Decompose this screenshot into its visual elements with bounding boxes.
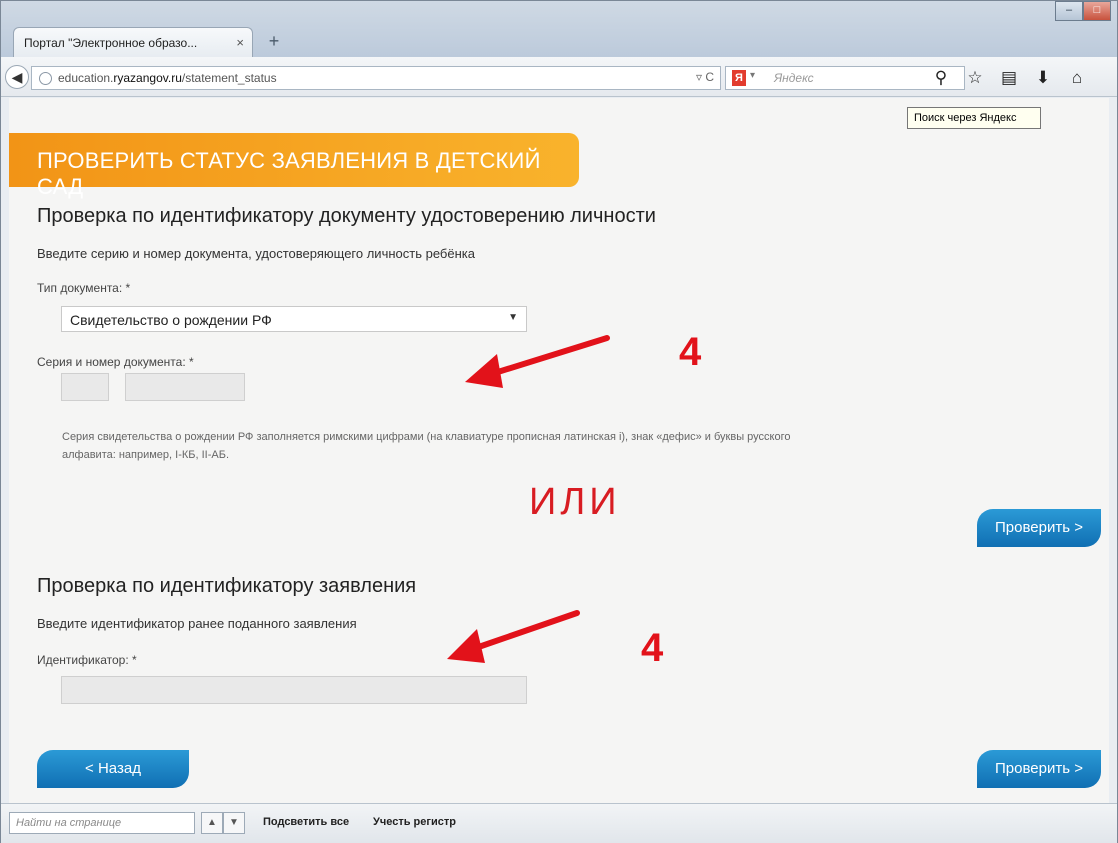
find-navigation: ▲ ▼	[201, 812, 245, 834]
page-title: ПРОВЕРИТЬ СТАТУС ЗАЯВЛЕНИЯ В ДЕТСКИЙ САД	[9, 133, 579, 199]
window-controls: – □	[1055, 1, 1111, 21]
chevron-down-icon: ▼	[508, 312, 518, 323]
section-title-document: Проверка по идентификатору документу удо…	[37, 205, 656, 227]
bookmarks-icon[interactable]: ▤	[997, 66, 1021, 90]
minimize-button[interactable]: –	[1055, 1, 1083, 21]
tab-title: Портал "Электронное образо...	[24, 36, 198, 50]
url-domain: ryazangov.ru	[113, 71, 182, 85]
back-arrow-icon[interactable]: ◀	[5, 65, 29, 89]
series-input[interactable]	[61, 373, 109, 401]
globe-icon	[39, 72, 52, 85]
doc-type-label: Тип документа: *	[37, 281, 131, 295]
identifier-label: Идентификатор: *	[37, 653, 137, 667]
search-placeholder: Яндекс	[774, 71, 814, 85]
step-number-annotation: 4	[679, 330, 702, 374]
identifier-input[interactable]	[61, 676, 527, 704]
home-icon[interactable]: ⌂	[1065, 66, 1089, 90]
search-icon[interactable]: ⚲	[929, 66, 953, 90]
maximize-button[interactable]: □	[1083, 1, 1111, 21]
navigation-bar: ◀ education.ryazangov.ru/statement_statu…	[1, 57, 1117, 97]
address-bar[interactable]: education.ryazangov.ru/statement_status …	[31, 66, 721, 90]
find-next-icon[interactable]: ▼	[223, 812, 245, 834]
browser-tab[interactable]: Портал "Электронное образо... ×	[13, 27, 253, 57]
page-content: ПРОВЕРИТЬ СТАТУС ЗАЯВЛЕНИЯ В ДЕТСКИЙ САД…	[9, 98, 1109, 803]
series-label: Серия и номер документа: *	[37, 355, 194, 369]
reload-icon[interactable]: ▿ C	[696, 70, 714, 84]
section-title-application: Проверка по идентификатору заявления	[37, 575, 417, 597]
red-arrow-icon	[465, 335, 610, 388]
url-path: /statement_status	[181, 71, 277, 85]
highlight-all-button[interactable]: Подсветить все	[263, 816, 349, 828]
tab-bar: Портал "Электронное образо... × + – □	[1, 1, 1117, 57]
back-button[interactable]: < Назад	[37, 750, 189, 788]
red-arrow-icon	[447, 610, 580, 663]
search-tooltip: Поиск через Яндекс	[907, 107, 1041, 129]
url-prefix: education.	[58, 71, 114, 85]
browser-window: Портал "Электронное образо... × + – □ ◀ …	[0, 0, 1118, 843]
check-document-button[interactable]: Проверить >	[977, 509, 1101, 547]
match-case-button[interactable]: Учесть регистр	[373, 816, 456, 828]
find-previous-icon[interactable]: ▲	[201, 812, 223, 834]
application-hint: Введите идентификатор ранее поданного за…	[37, 616, 357, 631]
tab-close-icon[interactable]: ×	[236, 35, 244, 50]
chevron-down-icon[interactable]: ▾	[750, 70, 755, 81]
number-input[interactable]	[125, 373, 245, 401]
or-annotation: ИЛИ	[529, 481, 621, 523]
download-icon[interactable]: ⬇	[1031, 66, 1055, 90]
series-note: Серия свидетельства о рождении РФ заполн…	[62, 431, 791, 461]
check-application-button[interactable]: Проверить >	[977, 750, 1101, 788]
find-bar: Найти на странице ▲ ▼ Подсветить все Уче…	[1, 803, 1117, 843]
yandex-icon[interactable]: Я	[732, 70, 746, 86]
doc-type-value: Свидетельство о рождении РФ	[70, 312, 272, 328]
step-number-annotation: 4	[641, 626, 664, 670]
toolbar-icons: ⚲ ☆ ▤ ⬇ ⌂	[929, 66, 1089, 90]
document-hint: Введите серию и номер документа, удостов…	[37, 246, 475, 261]
star-icon[interactable]: ☆	[963, 66, 987, 90]
new-tab-button[interactable]: +	[263, 31, 285, 53]
find-input[interactable]: Найти на странице	[9, 812, 195, 834]
